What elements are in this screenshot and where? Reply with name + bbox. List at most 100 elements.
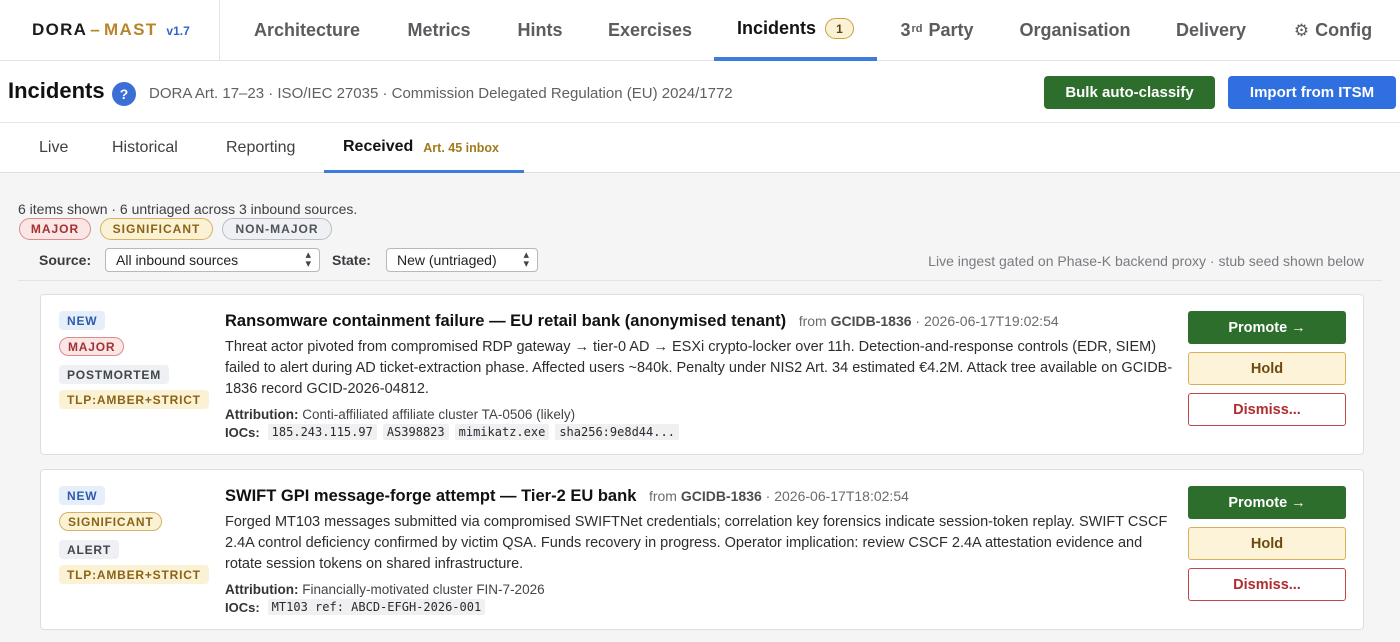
severity-badge-significant: SIGNIFICANT bbox=[59, 512, 163, 531]
nav-tab-label: Metrics bbox=[407, 20, 471, 40]
help-icon[interactable]: ? bbox=[112, 82, 136, 106]
attribution-label: Attribution: bbox=[225, 407, 299, 422]
nav-tab-hints[interactable]: Hints bbox=[500, 0, 580, 61]
sub-tabs: Live Historical Reporting Received Art. … bbox=[0, 123, 1400, 173]
import-from-itsm-button[interactable]: Import from ITSM bbox=[1228, 76, 1396, 109]
ioc-code: AS398823 bbox=[382, 424, 449, 440]
nav-tab-label: Organisation bbox=[1019, 20, 1131, 40]
nav-tab-config[interactable]: ⚙ Config bbox=[1280, 0, 1386, 61]
iocs-row: IOCs: MT103 ref: ABCD-EFGH-2026-001 bbox=[225, 599, 491, 615]
brand-logo[interactable]: DORA – MAST v1.7 bbox=[32, 20, 190, 42]
select-arrows-icon: ▴ ▾ bbox=[305, 249, 311, 270]
subtab-reporting[interactable]: Reporting bbox=[226, 123, 295, 173]
incident-description: Threat actor pivoted from compromised RD… bbox=[225, 339, 1173, 397]
filter-divider bbox=[18, 280, 1382, 281]
gear-icon: ⚙ bbox=[1293, 20, 1310, 40]
page-header: Incidents ? DORA Art. 17–23 · ISO/IEC 27… bbox=[0, 61, 1400, 123]
incident-card: NEW SIGNIFICANT ALERT TLP:AMBER+STRICT S… bbox=[40, 469, 1364, 630]
tlp-badge: TLP:AMBER+STRICT bbox=[59, 565, 209, 584]
brand-name-dora: DORA bbox=[32, 20, 88, 39]
attribution-row: Attribution: Financially-motivated clust… bbox=[225, 582, 545, 597]
brand-divider bbox=[219, 0, 220, 61]
source-id: GCIDB-1836 bbox=[830, 313, 912, 329]
incident-card: NEW MAJOR POSTMORTEM TLP:AMBER+STRICT Ra… bbox=[40, 294, 1364, 455]
dismiss-button[interactable]: Dismiss... bbox=[1188, 568, 1346, 601]
hold-button[interactable]: Hold bbox=[1188, 352, 1346, 385]
attribution-row: Attribution: Conti-affiliated affiliate … bbox=[225, 407, 575, 422]
nav-tab-organisation[interactable]: Organisation bbox=[1006, 0, 1144, 61]
iocs-row: IOCs: 185.243.115.97 AS398823 mimikatz.e… bbox=[225, 424, 685, 440]
iocs-label: IOCs: bbox=[225, 424, 260, 440]
ioc-code: sha256:9e8d44... bbox=[555, 424, 679, 440]
nav-tab-delivery[interactable]: Delivery bbox=[1160, 0, 1262, 61]
state-filter-label: State: bbox=[332, 252, 371, 268]
category-badge: POSTMORTEM bbox=[59, 365, 169, 384]
brand-dash: – bbox=[90, 20, 102, 39]
nav-tab-metrics[interactable]: Metrics bbox=[390, 0, 488, 61]
nav-tab-exercises[interactable]: Exercises bbox=[592, 0, 708, 61]
dismiss-button[interactable]: Dismiss... bbox=[1188, 393, 1346, 426]
from-prefix: from bbox=[798, 313, 827, 329]
source-select[interactable]: All inbound sources ▴ ▾ bbox=[105, 248, 320, 272]
source-filter-label: Source: bbox=[39, 252, 92, 268]
hold-button[interactable]: Hold bbox=[1188, 527, 1346, 560]
legend-major-pill: MAJOR bbox=[19, 218, 91, 240]
nav-tab-third-party[interactable]: 3rd Party bbox=[884, 0, 990, 61]
brand-version: v1.7 bbox=[166, 24, 190, 38]
incident-title[interactable]: Ransomware containment failure — EU reta… bbox=[225, 312, 786, 330]
subtab-historical[interactable]: Historical bbox=[112, 123, 178, 173]
summary-text: 6 items shown · 6 untriaged across 3 inb… bbox=[18, 201, 358, 217]
promote-button[interactable]: Promote → bbox=[1188, 311, 1346, 344]
subtab-received-note: Art. 45 inbox bbox=[423, 140, 499, 155]
incident-source-meta: from GCIDB-1836 · 2026-06-17T19:02:54 bbox=[799, 313, 1059, 329]
nav-tab-label: Exercises bbox=[607, 20, 693, 40]
state-select-value: New (untriaged) bbox=[397, 252, 497, 268]
incident-description: Forged MT103 messages submitted via comp… bbox=[225, 514, 1168, 572]
nav-tab-label-sup: rd bbox=[911, 22, 923, 35]
incident-title[interactable]: SWIFT GPI message-forge attempt — Tier-2… bbox=[225, 487, 636, 505]
legend-non-major-pill: NON-MAJOR bbox=[222, 218, 332, 240]
status-badge-new: NEW bbox=[59, 311, 106, 330]
promote-button[interactable]: Promote → bbox=[1188, 486, 1346, 519]
subtab-label: Historical bbox=[112, 139, 178, 156]
category-badge: ALERT bbox=[59, 540, 119, 559]
status-badge-new: NEW bbox=[59, 486, 106, 505]
subtab-label: Received bbox=[343, 137, 414, 155]
source-id: GCIDB-1836 bbox=[680, 488, 762, 504]
tlp-badge: TLP:AMBER+STRICT bbox=[59, 390, 209, 409]
incident-timestamp: · 2026-06-17T19:02:54 bbox=[915, 313, 1059, 329]
from-prefix: from bbox=[648, 488, 677, 504]
ingest-gated-note: Live ingest gated on Phase-K backend pro… bbox=[928, 253, 1364, 269]
nav-tab-label: Config bbox=[1315, 20, 1373, 40]
incident-title-row: SWIFT GPI message-forge attempt — Tier-2… bbox=[225, 487, 909, 506]
attribution-value: Conti-affiliated affiliate cluster TA-05… bbox=[302, 407, 576, 422]
subtab-received[interactable]: Received Art. 45 inbox bbox=[324, 123, 524, 173]
nav-tab-label-word: Party bbox=[928, 20, 974, 40]
subtab-label: Live bbox=[39, 139, 69, 156]
severity-badge-major: MAJOR bbox=[59, 337, 125, 356]
nav-tab-label-num: 3 bbox=[900, 20, 911, 40]
subtab-live[interactable]: Live bbox=[39, 123, 68, 173]
incidents-count-badge: 1 bbox=[825, 18, 854, 39]
select-arrows-icon: ▴ ▾ bbox=[523, 249, 529, 270]
iocs-label: IOCs: bbox=[225, 599, 260, 615]
incident-timestamp: · 2026-06-17T18:02:54 bbox=[765, 488, 909, 504]
nav-tab-architecture[interactable]: Architecture bbox=[236, 0, 378, 61]
nav-tab-label: Incidents bbox=[736, 18, 816, 38]
ioc-code: 185.243.115.97 bbox=[267, 424, 377, 440]
brand-name-mast: MAST bbox=[104, 20, 158, 39]
nav-tab-label: Hints bbox=[517, 20, 563, 40]
top-nav: DORA – MAST v1.7 Architecture Metrics Hi… bbox=[0, 0, 1400, 61]
bulk-auto-classify-button[interactable]: Bulk auto-classify bbox=[1044, 76, 1215, 109]
ioc-code: mimikatz.exe bbox=[454, 424, 550, 440]
incident-source-meta: from GCIDB-1836 · 2026-06-17T18:02:54 bbox=[649, 488, 909, 504]
legend-significant-pill: SIGNIFICANT bbox=[100, 218, 213, 240]
subtab-label: Reporting bbox=[226, 139, 296, 156]
state-select[interactable]: New (untriaged) ▴ ▾ bbox=[386, 248, 538, 272]
attribution-value: Financially-motivated cluster FIN-7-2026 bbox=[302, 582, 545, 597]
attribution-label: Attribution: bbox=[225, 582, 299, 597]
source-select-value: All inbound sources bbox=[116, 252, 239, 268]
nav-tab-label: Architecture bbox=[253, 20, 361, 40]
nav-tab-incidents[interactable]: Incidents 1 bbox=[714, 0, 877, 61]
incident-title-row: Ransomware containment failure — EU reta… bbox=[225, 312, 1059, 331]
